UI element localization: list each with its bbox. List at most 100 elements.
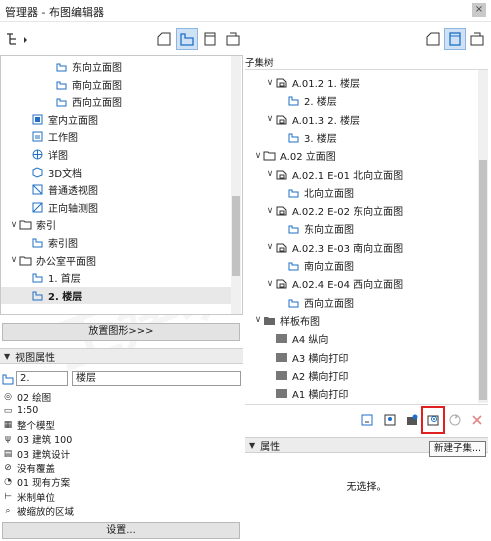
view-tree-item[interactable]: 2. 楼层 xyxy=(1,286,232,304)
view-name-field[interactable]: 楼层 xyxy=(72,371,241,386)
chevron-down-icon[interactable]: ∨ xyxy=(265,279,275,289)
subset-tree-item-label: A.02.4 E-04 西向立面图 xyxy=(292,280,404,292)
publisher-icon xyxy=(470,32,484,46)
new-layout-button[interactable] xyxy=(359,412,375,428)
view-tree-item[interactable]: 索引图 xyxy=(1,234,232,251)
chevron-down-icon[interactable]: ∨ xyxy=(265,242,275,252)
view-property-row[interactable]: ψ 03 建筑 100 xyxy=(2,433,72,446)
left-tree-scrollbar[interactable] xyxy=(231,56,241,314)
right-tree-scrollbar[interactable] xyxy=(478,70,488,403)
subset-tree-item-label: A4 纵向 xyxy=(292,335,329,347)
view-map-tree[interactable]: 东向立面图 南向立面图 西向立面图 室内立面图 工作图 详图 3D文档 普通透视图 正向轴测图 ∨… xyxy=(0,55,243,315)
publisher-tab[interactable] xyxy=(222,28,244,50)
settings-button[interactable]: 设置... xyxy=(2,522,240,539)
view-tree-item[interactable]: 1. 首层 xyxy=(1,269,232,286)
subset-tree-item[interactable]: ∨ A.02.1 E-01 北向立面图 xyxy=(245,166,478,183)
subset-tree-item[interactable]: A1 横向打印 xyxy=(245,385,478,402)
view-property-row[interactable]: ▤ 03 建筑设计 xyxy=(2,447,70,461)
layout-book-tab[interactable] xyxy=(199,28,221,50)
axonometry-icon xyxy=(32,202,43,213)
view-property-row[interactable]: ◎ 02 绘图 xyxy=(2,390,51,404)
view-properties-header[interactable]: ▼ 视图属性 xyxy=(0,348,243,364)
view-property-value: 01 现有方案 xyxy=(17,478,71,490)
view-tree-item[interactable]: 3D文档 xyxy=(1,164,232,181)
chevron-down-icon[interactable]: ∨ xyxy=(253,315,263,325)
chevron-down-icon[interactable]: ∨ xyxy=(253,151,263,161)
layer-combination-icon: ◎ xyxy=(4,391,12,402)
view-property-value: 没有覆盖 xyxy=(17,464,56,475)
subset-tree-item[interactable]: 西向立面图 xyxy=(245,294,478,311)
subset-tree-item[interactable]: 南向立面图 xyxy=(245,257,478,274)
subset-tree-item[interactable]: 东向立面图 xyxy=(245,220,478,237)
chevron-down-icon[interactable]: ∨ xyxy=(9,220,19,230)
delete-button[interactable] xyxy=(469,412,485,428)
view-id-field[interactable]: 2. xyxy=(16,371,68,386)
close-icon[interactable]: × xyxy=(472,3,486,17)
view-tree-item[interactable]: ∨ 索引 xyxy=(1,216,232,233)
layout-book-icon xyxy=(204,32,216,46)
refresh-button[interactable] xyxy=(447,412,463,428)
view-tree-item[interactable]: 正向轴测图 xyxy=(1,199,232,216)
chevron-down-icon[interactable]: ∨ xyxy=(265,206,275,216)
view-property-row[interactable]: ▦ 整个模型 xyxy=(2,419,55,432)
subset-tree-item[interactable]: A3 横向打印 xyxy=(245,349,478,366)
view-map-tab[interactable] xyxy=(176,28,198,50)
subset-tree-item[interactable]: ∨ A.01.2 1. 楼层 xyxy=(245,74,478,91)
chevron-down-icon[interactable]: ∨ xyxy=(9,255,19,265)
view-properties-title: 视图属性 xyxy=(15,352,56,364)
view-tree-item-label: 普通透视图 xyxy=(48,186,98,198)
subset-tree-item[interactable]: ∨ A.02.4 E-04 西向立面图 xyxy=(245,275,478,292)
subset-tree-item[interactable]: A4 纵向 xyxy=(245,330,478,347)
view-map-dropdown-button[interactable] xyxy=(2,28,32,50)
view-tree-item[interactable]: 东向立面图 xyxy=(1,58,232,75)
chevron-down-icon[interactable]: ∨ xyxy=(265,169,275,179)
properties-title: 属性 xyxy=(260,441,281,453)
tree-view-icon xyxy=(7,33,27,45)
view-property-row[interactable]: ⊢ 米制单位 xyxy=(2,490,55,504)
subset-tree-item[interactable]: 3. 楼层 xyxy=(245,129,478,146)
subset-tree[interactable]: ∨ A.01.2 1. 楼层 2. 楼层 ∨ A.01.3 2. 楼层 3. 楼层 ∨ A.0… xyxy=(245,70,488,403)
left-toolbar xyxy=(0,26,243,52)
left-tree-scroll-thumb[interactable] xyxy=(232,196,240,276)
subset-tree-item[interactable]: 北向立面图 xyxy=(245,184,478,201)
subset-tree-item[interactable]: ∨ A.02.3 E-03 南向立面图 xyxy=(245,239,478,256)
elevation-view-icon xyxy=(288,189,299,198)
collapse-triangle-icon[interactable]: ▼ xyxy=(4,352,10,361)
right-tree-scroll-thumb[interactable] xyxy=(479,160,487,400)
floor-plan-icon xyxy=(32,273,43,283)
view-property-row[interactable]: ⌕ 被缩放的区域 xyxy=(2,504,74,518)
layout-book-tab-right[interactable] xyxy=(444,28,466,50)
subset-icon xyxy=(276,115,287,125)
view-tree-item[interactable]: 详图 xyxy=(1,146,232,163)
view-tree-item[interactable]: 西向立面图 xyxy=(1,93,232,110)
chevron-down-icon[interactable]: ∨ xyxy=(265,114,275,124)
new-master-icon xyxy=(384,414,396,426)
renovation-icon: ◔ xyxy=(4,477,12,488)
view-tree-item[interactable]: ∨ 办公室平面图 xyxy=(1,252,232,269)
subset-tree-item-label: 东向立面图 xyxy=(304,225,354,237)
subset-tree-item[interactable]: ∨ A.01.3 2. 楼层 xyxy=(245,111,478,128)
view-tree-item[interactable]: 南向立面图 xyxy=(1,76,232,93)
subset-tree-item[interactable]: ∨ 样板布图 xyxy=(245,312,478,329)
view-property-row[interactable]: ▭ 1:50 xyxy=(2,404,39,417)
view-tree-item[interactable]: 普通透视图 xyxy=(1,181,232,198)
new-subset-folder-button[interactable] xyxy=(404,412,420,428)
project-map-tab[interactable] xyxy=(153,28,175,50)
subset-tree-item[interactable]: ∨ A.02.2 E-02 东向立面图 xyxy=(245,202,478,219)
subset-tree-item[interactable]: ∨ A.02 立面图 xyxy=(245,147,478,164)
view-tree-item-label: 南向立面图 xyxy=(72,80,122,92)
chevron-down-icon[interactable]: ∨ xyxy=(265,78,275,88)
elevation-view-icon xyxy=(288,299,299,308)
view-tree-item[interactable]: 工作图 xyxy=(1,128,232,145)
view-property-row[interactable]: ⊘ 没有覆盖 xyxy=(2,462,55,475)
view-property-row[interactable]: ◔ 01 现有方案 xyxy=(2,476,70,489)
collapse-triangle-icon[interactable]: ▼ xyxy=(249,441,255,450)
view-tree-item[interactable]: 室内立面图 xyxy=(1,111,232,128)
no-selection-text: 无选择。 xyxy=(346,482,387,493)
place-drawing-button[interactable]: 放置图形>>> xyxy=(2,323,240,341)
subset-tree-item[interactable]: 2. 楼层 xyxy=(245,92,478,109)
new-master-button[interactable] xyxy=(382,412,398,428)
project-map-tab-right[interactable] xyxy=(422,28,444,50)
publisher-tab-right[interactable] xyxy=(466,28,488,50)
subset-tree-item[interactable]: A2 横向打印 xyxy=(245,367,478,384)
